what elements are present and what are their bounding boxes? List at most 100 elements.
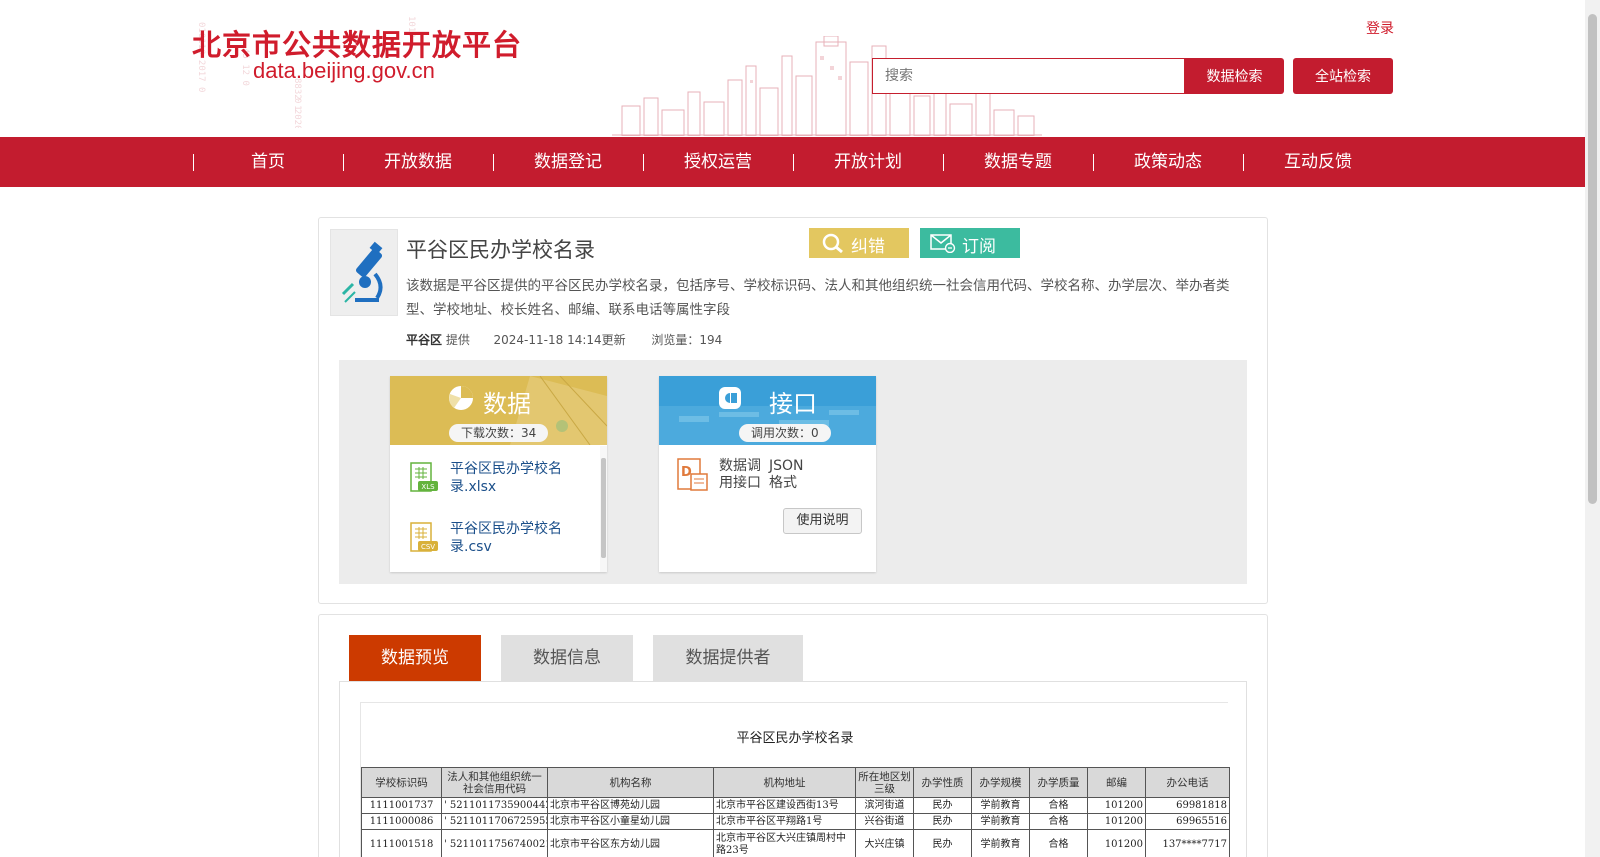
nav-item-authorized-operation[interactable]: 授权运营	[643, 137, 793, 187]
column-header: 所在地区划三级	[855, 767, 914, 798]
table-row: 1111001737 ' 52110117359004​42XW 北京市平谷区博…	[361, 797, 1230, 814]
nav-item-data-registration[interactable]: 数据登记	[493, 137, 643, 187]
file-list-scroll-thumb[interactable]	[601, 458, 606, 558]
usage-instructions-button[interactable]: 使用说明	[783, 508, 862, 534]
table-cell: 北京市平谷区建设西街13号	[713, 797, 856, 814]
column-header: 办学质量	[1029, 767, 1088, 798]
data-tile-header: 数据 下载次数：34	[390, 376, 607, 445]
svg-text:0 2020: 0 2020	[292, 98, 302, 128]
header: 010110 2017 0 45 12 0 8832 1 1010 0 2020…	[0, 0, 1585, 136]
pie-chart-icon	[449, 386, 473, 410]
data-tile-title: 数据	[483, 390, 531, 418]
api-icon	[719, 387, 741, 409]
tab-data-preview[interactable]: 数据预览	[349, 635, 481, 681]
tab-data-info[interactable]: 数据信息	[501, 635, 633, 681]
site-logo-domain[interactable]: data.beijing.gov.cn	[253, 58, 435, 84]
page: 010110 2017 0 45 12 0 8832 1 1010 0 2020…	[0, 0, 1600, 857]
table-cell: 民办	[913, 797, 972, 814]
table-cell: 滨河街道	[855, 797, 914, 814]
table-cell: 101200	[1087, 797, 1146, 814]
column-header: 机构地址	[713, 767, 856, 798]
dataset-description: 该数据是平谷区提供的平谷区民办学校名录，包括序号、学校标识码、法人和其他组织统一…	[406, 278, 1230, 318]
view-count: 浏览量：194	[651, 333, 723, 347]
error-report-label: 纠错	[851, 237, 885, 257]
call-count-badge: 调用次数：0	[739, 424, 831, 442]
api-tile: 接口 调用次数：0 D 数据调用接口 JSON格式 使用说明	[659, 376, 876, 572]
table-cell: 兴谷街道	[855, 813, 914, 830]
provider-suffix: 提供	[445, 333, 470, 347]
page-scrollbar[interactable]	[1585, 0, 1600, 857]
table-cell: 合格	[1029, 813, 1088, 830]
table-cell: 学前教育	[971, 813, 1030, 830]
file-name-csv[interactable]: 平谷区民办学校名录.csv	[450, 520, 570, 556]
table-cell: 1111001737	[361, 797, 442, 814]
main-nav: 首页 开放数据 数据登记 授权运营 开放计划 数据专题 政策动态 互动反馈	[0, 137, 1585, 187]
file-item-csv[interactable]: CSV 平谷区民办学校名录.csv	[408, 520, 588, 565]
table-row: 1111000086 ' 521101170672595​51J 北京市平谷区小…	[361, 813, 1230, 830]
column-header: 邮编	[1087, 767, 1146, 798]
preview-area: 平谷区民办学校名录 学校标识码 法人和其他组织统一社会信用代码 机构名称 机构地…	[339, 681, 1247, 857]
file-list-scrollbar[interactable]	[600, 446, 607, 572]
dataset-meta: 平谷区 提供 2024-11-18 14:14更新 浏览量：194	[406, 331, 722, 348]
subscribe-button[interactable]: 订阅	[920, 228, 1020, 258]
site-search-button[interactable]: 全站检索	[1293, 58, 1393, 94]
table-cell: 学前教育	[971, 829, 1030, 857]
table-cell: 北京市平谷区平翔路1号	[713, 813, 856, 830]
update-time: 2024-11-18 14:14更新	[493, 333, 626, 347]
mail-icon	[930, 234, 956, 253]
dataset-info-card: 平谷区民办学校名录 纠错 订阅 该数据是平谷区提供的平谷区民办学校名录，包括序号…	[318, 217, 1268, 604]
sheet-title: 平谷区民办学校名录	[736, 731, 854, 746]
nav-item-policy-news[interactable]: 政策动态	[1093, 137, 1243, 187]
table-cell: 69965516	[1145, 813, 1230, 830]
nav-item-feedback[interactable]: 互动反馈	[1243, 137, 1393, 187]
table-cell: 1111001518	[361, 829, 442, 857]
microscope-icon	[330, 229, 398, 316]
magnifier-icon	[822, 233, 843, 254]
provider-name: 平谷区	[406, 333, 443, 347]
table-cell: 民办	[913, 829, 972, 857]
data-tile: 数据 下载次数：34 XLS 平谷区民办学校名录.xlsx CSV 平谷区民办学…	[390, 376, 607, 572]
column-header: 法人和其他组织统一社会信用代码	[441, 767, 548, 798]
column-header: 机构名称	[547, 767, 714, 798]
nav-item-home[interactable]: 首页	[193, 137, 343, 187]
nav-item-data-topics[interactable]: 数据专题	[943, 137, 1093, 187]
resource-panel: 数据 下载次数：34 XLS 平谷区民办学校名录.xlsx CSV 平谷区民办学…	[339, 360, 1247, 584]
column-header: 办学规模	[971, 767, 1030, 798]
column-header: 办公电话	[1145, 767, 1230, 798]
table-cell: ' 52110117567400​2163	[441, 829, 548, 857]
table-cell: 民办	[913, 813, 972, 830]
preview-card: 数据预览 数据信息 数据提供者 平谷区民办学校名录 学校标识码 法人和其他组织统…	[318, 614, 1268, 857]
login-link[interactable]: 登录	[1366, 18, 1394, 38]
subscribe-label: 订阅	[962, 237, 996, 257]
table-cell: 69981818	[1145, 797, 1230, 814]
table-cell: 北京市平谷区大兴庄镇周村中路23号	[713, 829, 856, 857]
column-header: 办学性质	[913, 767, 972, 798]
preview-table: 学校标识码 法人和其他组织统一社会信用代码 机构名称 机构地址 所在地区划三级 …	[361, 767, 1230, 857]
table-cell: 北京市平谷区东方幼儿园	[547, 829, 714, 857]
error-report-button[interactable]: 纠错	[809, 228, 909, 258]
table-cell: ' 521101170672595​51J	[441, 813, 548, 830]
table-cell: 合格	[1029, 797, 1088, 814]
api-tile-header: 接口 调用次数：0	[659, 376, 876, 445]
download-count-badge: 下载次数：34	[449, 424, 549, 442]
page-scroll-thumb[interactable]	[1588, 14, 1597, 504]
table-cell: 大兴庄镇	[855, 829, 914, 857]
table-cell: 学前教育	[971, 797, 1030, 814]
table-cell: 北京市平谷区博苑幼儿园	[547, 797, 714, 814]
api-item-label[interactable]: 数据调用接口	[719, 458, 763, 492]
data-search-button[interactable]: 数据检索	[1185, 58, 1284, 94]
spreadsheet-preview: 平谷区民办学校名录 学校标识码 法人和其他组织统一社会信用代码 机构名称 机构地…	[360, 702, 1230, 857]
svg-text:XLS: XLS	[421, 483, 435, 491]
table-row: 1111001518 ' 52110117567400​2163 北京市平谷区东…	[361, 829, 1230, 857]
table-cell: ' 52110117359004​42XW	[441, 797, 548, 814]
xls-file-icon: XLS	[410, 462, 438, 492]
file-item-xlsx[interactable]: XLS 平谷区民办学校名录.xlsx	[408, 460, 588, 505]
svg-text:CSV: CSV	[421, 543, 435, 551]
file-name-xlsx[interactable]: 平谷区民办学校名录.xlsx	[450, 460, 570, 496]
nav-item-open-plan[interactable]: 开放计划	[793, 137, 943, 187]
tab-data-provider[interactable]: 数据提供者	[653, 635, 803, 681]
search-input[interactable]	[872, 58, 1185, 94]
nav-item-open-data[interactable]: 开放数据	[343, 137, 493, 187]
api-item[interactable]: D 数据调用接口 JSON格式	[677, 458, 867, 498]
table-header-row: 学校标识码 法人和其他组织统一社会信用代码 机构名称 机构地址 所在地区划三级 …	[361, 767, 1230, 798]
